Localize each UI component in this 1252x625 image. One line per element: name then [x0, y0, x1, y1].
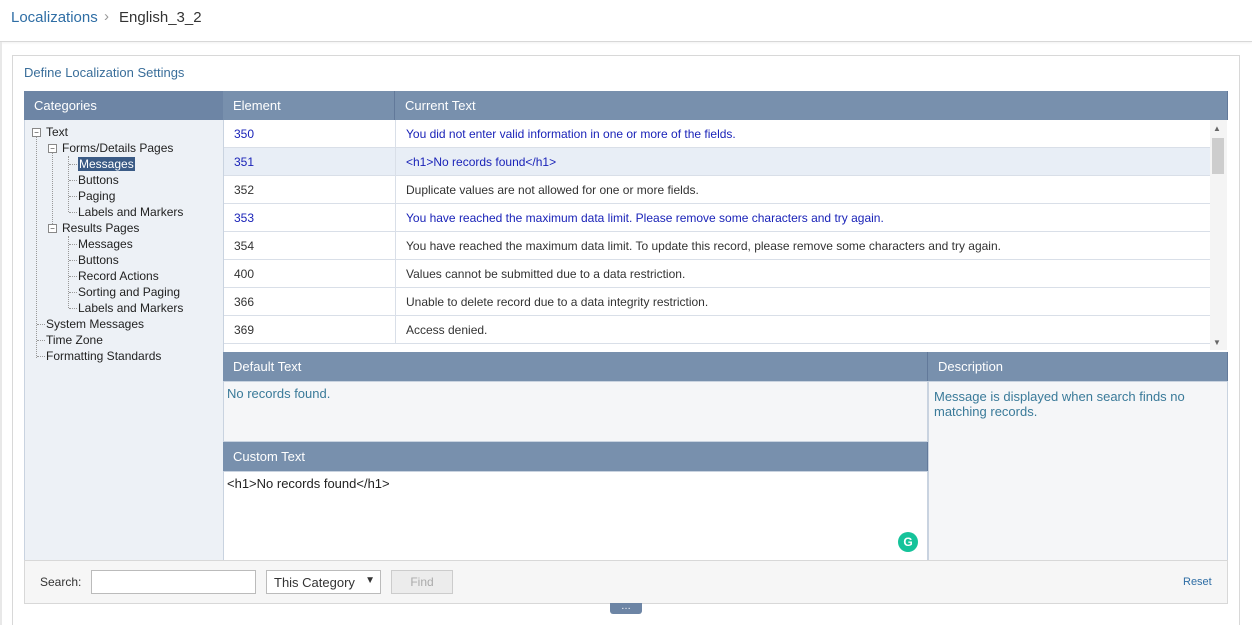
tree-line	[37, 340, 45, 341]
grid-scrollbar[interactable]: ▲ ▼	[1210, 120, 1227, 350]
default-text-box: No records found.	[223, 381, 928, 442]
left-edge	[0, 42, 2, 625]
chevron-right-icon: ›	[104, 8, 109, 25]
element-id: 353	[234, 211, 255, 225]
tree-line	[68, 236, 69, 308]
tree-line	[37, 356, 45, 357]
collapse-icon[interactable]: −	[48, 224, 57, 233]
tree-line	[52, 152, 53, 232]
table-row[interactable]: 350 You did not enter valid information …	[224, 120, 1212, 148]
current-text-cell: You have reached the maximum data limit.…	[406, 211, 884, 225]
current-text-cell: You did not enter valid information in o…	[406, 127, 736, 141]
tree-item-results-pages[interactable]: Results Pages	[62, 221, 139, 235]
tree-line	[69, 164, 77, 165]
table-row[interactable]: 351 <h1>No records found</h1>	[224, 148, 1212, 176]
description-box: Message is displayed when search finds n…	[928, 381, 1228, 561]
current-text-cell: <h1>No records found</h1>	[406, 155, 557, 169]
tree-line	[69, 308, 77, 309]
tree-item-formatting-standards[interactable]: Formatting Standards	[46, 349, 161, 363]
tree-line	[69, 212, 77, 213]
categories-header: Categories	[24, 91, 224, 120]
description-value: Message is displayed when search finds n…	[934, 389, 1185, 419]
breadcrumb-current: English_3_2	[119, 9, 202, 26]
table-row[interactable]: 354 You have reached the maximum data li…	[224, 232, 1212, 260]
tree-item-record-actions[interactable]: Record Actions	[78, 269, 159, 283]
top-bar: Localizations › English_3_2	[0, 0, 1252, 42]
tree-item-forms-messages[interactable]: Messages	[78, 157, 135, 171]
default-text-header: Default Text	[223, 352, 928, 381]
page-title: Define Localization Settings	[24, 65, 185, 80]
table-row[interactable]: 366 Unable to delete record due to a dat…	[224, 288, 1212, 316]
element-id: 366	[234, 295, 255, 309]
custom-text-editor[interactable]: <h1>No records found</h1>	[223, 471, 928, 561]
find-button[interactable]: Find	[391, 570, 453, 594]
column-divider	[395, 148, 396, 176]
dropdown-arrow-icon: ▼	[365, 575, 375, 586]
tree-item-forms-paging[interactable]: Paging	[78, 189, 115, 203]
column-divider	[395, 232, 396, 260]
current-text-cell: Duplicate values are not allowed for one…	[406, 183, 699, 197]
collapse-icon[interactable]: −	[32, 128, 41, 137]
search-scope-value: This Category	[274, 575, 355, 590]
element-id: 369	[234, 323, 255, 337]
table-row[interactable]: 369 Access denied.	[224, 316, 1212, 344]
element-grid: 350 You did not enter valid information …	[223, 120, 1228, 352]
tree-item-sorting-paging[interactable]: Sorting and Paging	[78, 285, 180, 299]
custom-text-value: <h1>No records found</h1>	[227, 476, 390, 491]
tree-item-forms-labels-markers[interactable]: Labels and Markers	[78, 205, 183, 219]
scroll-down-arrow-icon[interactable]: ▼	[1213, 338, 1221, 347]
scroll-up-arrow-icon[interactable]: ▲	[1213, 124, 1221, 133]
column-divider	[395, 260, 396, 288]
element-id: 354	[234, 239, 255, 253]
search-scope-select[interactable]: This Category ▼	[266, 570, 381, 594]
search-input[interactable]	[91, 570, 256, 594]
column-divider	[395, 176, 396, 204]
tree-line	[69, 180, 77, 181]
tree-item-system-messages[interactable]: System Messages	[46, 317, 144, 331]
default-text-value: No records found.	[227, 386, 331, 401]
reset-link[interactable]: Reset	[1183, 576, 1212, 588]
table-row[interactable]: 352 Duplicate values are not allowed for…	[224, 176, 1212, 204]
table-row[interactable]: 353 You have reached the maximum data li…	[224, 204, 1212, 232]
tree-line	[37, 324, 45, 325]
tree-line	[69, 196, 77, 197]
tree-line	[69, 244, 77, 245]
search-label: Search:	[40, 575, 82, 589]
current-text-cell: You have reached the maximum data limit.…	[406, 239, 1001, 253]
element-id: 400	[234, 267, 255, 281]
tree-item-results-messages[interactable]: Messages	[78, 237, 133, 251]
breadcrumb-localizations-link[interactable]: Localizations	[11, 9, 98, 26]
column-divider	[395, 120, 396, 148]
description-header: Description	[928, 352, 1228, 381]
current-text-cell: Unable to delete record due to a data in…	[406, 295, 709, 309]
tree-line	[69, 260, 77, 261]
scrollbar-thumb[interactable]	[1212, 138, 1224, 174]
element-id: 351	[234, 155, 255, 169]
tree-item-text[interactable]: Text	[46, 125, 68, 139]
element-id: 350	[234, 127, 255, 141]
tree-item-time-zone[interactable]: Time Zone	[46, 333, 103, 347]
tree-line	[69, 292, 77, 293]
column-divider	[395, 204, 396, 232]
current-text-cell: Access denied.	[406, 323, 488, 337]
tree-line	[69, 276, 77, 277]
tree-item-results-labels-markers[interactable]: Labels and Markers	[78, 301, 183, 315]
tree-item-forms-buttons[interactable]: Buttons	[78, 173, 119, 187]
current-text-column-header[interactable]: Current Text	[395, 91, 1228, 120]
element-column-header[interactable]: Element	[223, 91, 395, 120]
tree-item-forms-details-pages[interactable]: Forms/Details Pages	[62, 141, 173, 155]
table-row[interactable]: 400 Values cannot be submitted due to a …	[224, 260, 1212, 288]
custom-text-header: Custom Text	[223, 442, 928, 471]
column-divider	[395, 288, 396, 316]
column-divider	[395, 316, 396, 344]
tree-item-results-buttons[interactable]: Buttons	[78, 253, 119, 267]
element-id: 352	[234, 183, 255, 197]
collapse-icon[interactable]: −	[48, 144, 57, 153]
grammarly-icon[interactable]: G	[898, 532, 918, 552]
expand-handle-icon[interactable]: …	[610, 602, 642, 614]
current-text-cell: Values cannot be submitted due to a data…	[406, 267, 686, 281]
